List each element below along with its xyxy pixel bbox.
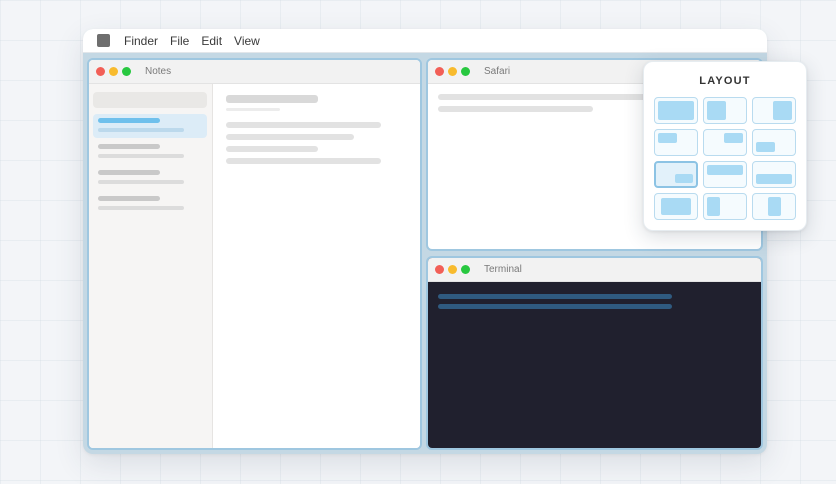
- layout-option-bottom-left-quarter[interactable]: [752, 129, 796, 156]
- note-preview-placeholder: [98, 180, 184, 184]
- note-title-placeholder: [98, 144, 160, 149]
- close-button[interactable]: [96, 67, 105, 76]
- menu-view[interactable]: View: [234, 34, 260, 48]
- layout-panel: LAYOUT: [643, 61, 807, 231]
- menu-bar: Finder File Edit View: [83, 29, 767, 53]
- notes-sidebar: [89, 84, 213, 448]
- note-text-line: [226, 158, 381, 164]
- close-button[interactable]: [435, 67, 444, 76]
- window-title: Safari: [484, 66, 511, 77]
- layout-option-center-third[interactable]: [752, 193, 796, 220]
- note-list-item[interactable]: [93, 114, 207, 138]
- notes-titlebar[interactable]: Notes: [89, 60, 420, 84]
- layout-option-bottom-half[interactable]: [752, 161, 796, 188]
- search-field-placeholder[interactable]: [93, 92, 207, 108]
- note-preview-placeholder: [98, 206, 184, 210]
- layout-fill: [658, 133, 677, 143]
- note-preview-placeholder: [98, 128, 184, 132]
- layout-option-left-third[interactable]: [703, 193, 747, 220]
- layout-option-center[interactable]: [654, 193, 698, 220]
- minimize-button[interactable]: [448, 265, 457, 274]
- layout-fill: [773, 101, 792, 120]
- layout-fill: [768, 197, 781, 216]
- layout-panel-title: LAYOUT: [699, 75, 751, 87]
- note-preview-placeholder: [98, 154, 184, 158]
- note-list-item[interactable]: [93, 140, 207, 164]
- menu-file[interactable]: File: [170, 34, 189, 48]
- terminal-output-line: [438, 294, 672, 299]
- layout-fill: [661, 198, 691, 215]
- note-list-item[interactable]: [93, 166, 207, 190]
- page-text-line: [438, 94, 648, 100]
- note-text-line: [226, 122, 381, 128]
- note-title-placeholder: [98, 170, 160, 175]
- layout-option-top-right-quarter[interactable]: [703, 129, 747, 156]
- maximize-button[interactable]: [461, 265, 470, 274]
- note-text-line: [226, 134, 354, 140]
- note-title-placeholder: [98, 196, 160, 201]
- note-text-line: [226, 146, 318, 152]
- notes-window[interactable]: Notes: [87, 58, 422, 450]
- layout-option-right-half[interactable]: [752, 97, 796, 124]
- maximize-button[interactable]: [122, 67, 131, 76]
- layout-fill: [658, 101, 694, 120]
- terminal-window[interactable]: Terminal: [426, 256, 763, 450]
- maximize-button[interactable]: [461, 67, 470, 76]
- terminal-titlebar[interactable]: Terminal: [428, 258, 761, 282]
- layout-fill: [756, 142, 775, 152]
- note-list-item[interactable]: [93, 192, 207, 216]
- page-text-line: [438, 106, 593, 112]
- close-button[interactable]: [435, 265, 444, 274]
- menu-finder[interactable]: Finder: [124, 34, 158, 48]
- note-editor[interactable]: [213, 84, 420, 448]
- note-date-placeholder: [226, 108, 280, 111]
- layout-fill: [756, 174, 792, 184]
- window-title: Terminal: [484, 264, 522, 275]
- layout-fill: [707, 197, 720, 216]
- layout-option-bottom-right-quarter[interactable]: [654, 161, 698, 188]
- note-title-placeholder: [98, 118, 160, 123]
- menu-edit[interactable]: Edit: [201, 34, 222, 48]
- layout-option-full[interactable]: [654, 97, 698, 124]
- minimize-button[interactable]: [109, 67, 118, 76]
- minimize-button[interactable]: [448, 67, 457, 76]
- layout-option-top-left-quarter[interactable]: [654, 129, 698, 156]
- layout-fill: [675, 174, 693, 183]
- note-heading-placeholder: [226, 95, 318, 103]
- window-title: Notes: [145, 66, 172, 77]
- layout-option-top-half[interactable]: [703, 161, 747, 188]
- layout-fill: [707, 165, 743, 175]
- terminal-output-line: [438, 304, 672, 309]
- layout-fill: [707, 101, 726, 120]
- layout-option-left-half[interactable]: [703, 97, 747, 124]
- apple-menu-icon[interactable]: [97, 34, 110, 47]
- layout-fill: [724, 133, 743, 143]
